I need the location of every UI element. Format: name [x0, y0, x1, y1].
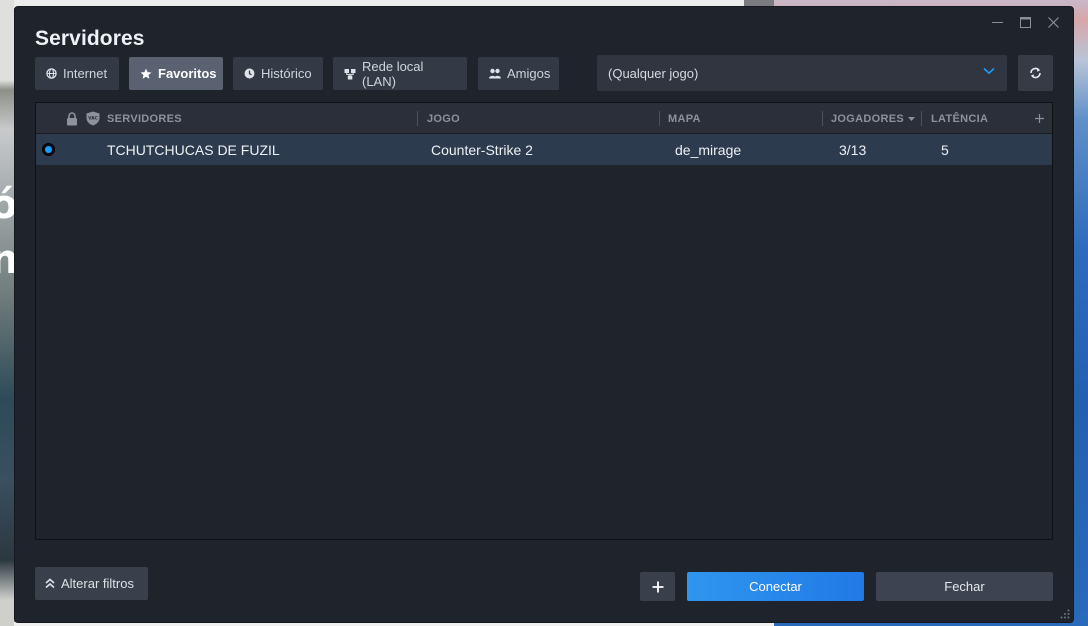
lock-icon[interactable]	[66, 112, 78, 126]
column-header-players: JOGADORES	[831, 112, 904, 125]
column-header-map[interactable]: MAPA	[668, 103, 701, 134]
lan-icon	[344, 68, 356, 79]
servers-dialog: Servidores Internet Favoritos Histórico …	[15, 7, 1073, 622]
plus-icon	[652, 581, 663, 592]
server-game: Counter-Strike 2	[431, 141, 533, 158]
close-window-button[interactable]	[1039, 11, 1067, 33]
sort-desc-icon	[908, 116, 915, 121]
tab-label: Favoritos	[158, 66, 217, 81]
friends-icon	[489, 68, 501, 79]
star-icon	[140, 68, 152, 79]
background-bottom-strip	[14, 622, 774, 626]
window-controls	[983, 11, 1067, 33]
minimize-icon	[991, 21, 1003, 23]
tab-label: Rede local (LAN)	[362, 58, 424, 89]
clock-icon	[244, 68, 255, 79]
selected-indicator	[42, 143, 55, 156]
dialog-title: Servidores	[35, 27, 145, 50]
server-name: TCHUTCHUCAS DE FUZIL	[107, 141, 280, 158]
refresh-button[interactable]	[1018, 55, 1053, 91]
game-filter-value: (Qualquer jogo)	[608, 65, 699, 81]
double-chevron-up-icon	[45, 578, 55, 589]
tab-label: Amigos	[507, 66, 551, 81]
table-header: VAC SERVIDORES JOGO MAPA JOGADORES LATÊN…	[36, 103, 1052, 134]
close-button[interactable]: Fechar	[876, 572, 1053, 601]
tab-friends[interactable]: Amigos	[478, 57, 559, 90]
chevron-down-icon	[983, 67, 995, 75]
change-filters-label: Alterar filtros	[61, 576, 134, 591]
globe-icon	[46, 68, 57, 79]
background-text-fragment: I	[0, 330, 1, 360]
tab-favorites[interactable]: Favoritos	[129, 57, 223, 90]
maximize-icon	[1019, 16, 1031, 28]
tab-label: Histórico	[261, 66, 312, 81]
tab-internet[interactable]: Internet	[35, 57, 119, 90]
resize-grip-icon[interactable]	[1060, 609, 1070, 619]
background-left-strip: ó n I	[0, 0, 18, 626]
server-players: 3/13	[839, 141, 867, 158]
connect-button[interactable]: Conectar	[687, 572, 864, 601]
close-icon	[1047, 16, 1059, 28]
maximize-button[interactable]	[1011, 11, 1039, 33]
server-table: VAC SERVIDORES JOGO MAPA JOGADORES LATÊN…	[35, 102, 1053, 540]
tab-lan[interactable]: Rede local (LAN)	[333, 57, 467, 90]
column-header-servers[interactable]: SERVIDORES	[107, 103, 182, 134]
column-header-latency[interactable]: LATÊNCIA	[931, 103, 988, 134]
table-row[interactable]: TCHUTCHUCAS DE FUZIL Counter-Strike 2 de…	[36, 134, 1052, 165]
column-header-players-container[interactable]: JOGADORES	[831, 103, 915, 134]
vac-label: VAC	[88, 116, 98, 122]
minimize-button[interactable]	[983, 11, 1011, 33]
game-filter-dropdown[interactable]: (Qualquer jogo)	[597, 55, 1007, 91]
change-filters-button[interactable]: Alterar filtros	[35, 567, 148, 600]
add-column-button[interactable]	[1035, 103, 1044, 134]
tab-history[interactable]: Histórico	[233, 57, 323, 90]
column-divider[interactable]	[659, 111, 660, 126]
add-column-icon	[1035, 114, 1044, 123]
vac-shield-icon[interactable]: VAC	[86, 111, 100, 126]
refresh-icon	[1030, 67, 1041, 79]
column-header-game[interactable]: JOGO	[427, 103, 460, 134]
column-divider[interactable]	[822, 111, 823, 126]
tab-label: Internet	[63, 66, 108, 81]
column-divider[interactable]	[921, 111, 922, 126]
server-latency: 5	[941, 141, 949, 158]
server-map: de_mirage	[675, 141, 742, 158]
add-server-button[interactable]	[640, 572, 675, 601]
column-divider[interactable]	[417, 111, 418, 126]
